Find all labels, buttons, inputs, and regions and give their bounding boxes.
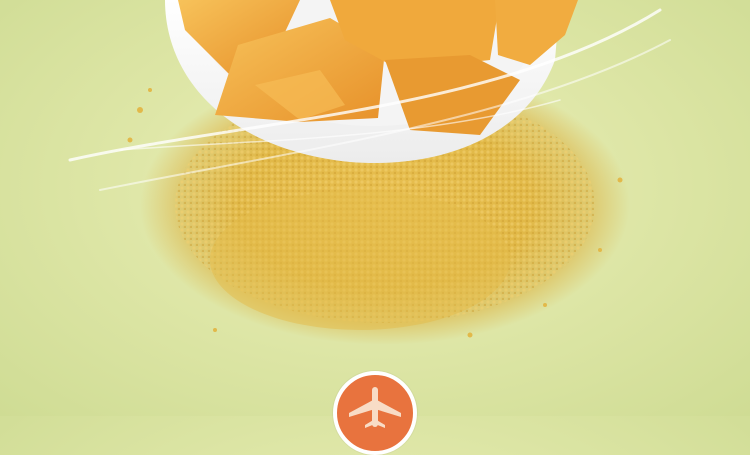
badge	[333, 371, 417, 455]
product-photo	[0, 0, 750, 416]
airplane-icon	[349, 387, 401, 428]
